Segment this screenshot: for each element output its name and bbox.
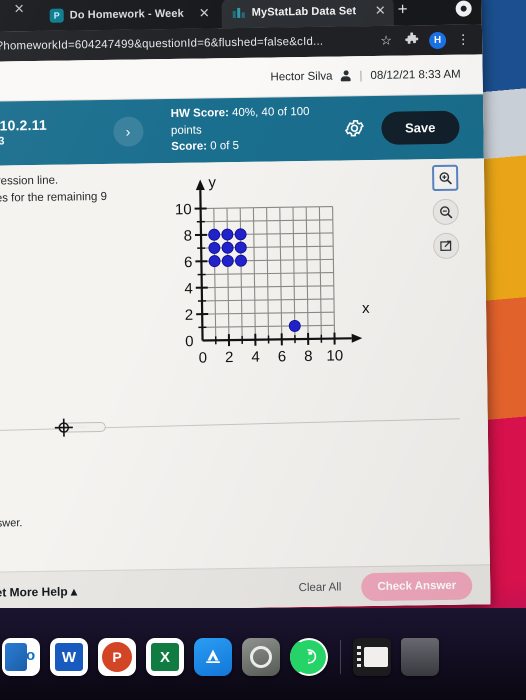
scatter-plot[interactable]: 0 2 4 6 8 10 0 2 4 6 8 10 x y	[162, 162, 380, 380]
web-page: Hector Silva | 08/12/21 8:33 AM , 10.2.1…	[0, 54, 491, 612]
hw-score-label: HW Score:	[170, 107, 229, 120]
outlook-icon[interactable]	[2, 638, 40, 676]
graph-tools	[431, 164, 460, 260]
hw-score-row: HW Score: 40%, 40 of 100 points	[171, 103, 344, 139]
gear-icon[interactable]	[343, 117, 365, 139]
screenshot-root: ✕ P Do Homework - Week ✕ MyStatLab Data …	[0, 0, 526, 700]
excel-icon[interactable]: X	[146, 638, 184, 676]
caret-up-icon: ▴	[70, 583, 78, 598]
cleanmymac-icon[interactable]	[242, 638, 280, 676]
browser-tab-do-homework[interactable]: P Do Homework - Week ✕	[39, 0, 218, 31]
address-bar[interactable]: ox?homeworkId=604247499&questionId=6&flu…	[0, 30, 373, 58]
stack-icon[interactable]	[353, 638, 391, 676]
puzzle-icon[interactable]	[399, 31, 425, 49]
svg-text:8: 8	[184, 228, 193, 245]
svg-text:2: 2	[185, 307, 194, 324]
svg-text:0: 0	[185, 333, 194, 350]
excel-glyph: X	[151, 643, 179, 671]
timestamp: 08/12/21 8:33 AM	[370, 68, 461, 82]
ppt-glyph: P	[102, 642, 132, 672]
clear-all-button[interactable]: Clear All	[298, 581, 341, 594]
profile-avatar[interactable]: H	[429, 31, 447, 49]
score-value: 0 of 5	[210, 140, 240, 153]
svg-text:8: 8	[304, 348, 313, 365]
three-dots-icon[interactable]: ⋮	[450, 31, 476, 47]
svg-text:10: 10	[326, 347, 343, 364]
question-subtitle: f 3	[0, 135, 5, 148]
pearson-icon: P	[49, 8, 64, 23]
question-text-line-2: alues for the remaining 9	[0, 190, 108, 205]
zoom-out-icon[interactable]	[432, 198, 459, 226]
score-block: HW Score: 40%, 40 of 100 points Score: 0…	[171, 103, 344, 156]
statcrunch-icon	[232, 6, 246, 20]
score-label: Score:	[171, 140, 208, 154]
save-button[interactable]: Save	[380, 110, 460, 145]
exercise-body: regression line. alues for the remaining…	[0, 158, 491, 612]
crosshair-cursor	[54, 418, 73, 437]
macos-dock: W P X ✆	[0, 608, 526, 700]
close-icon[interactable]: ✕	[199, 5, 210, 21]
star-icon[interactable]: ☆	[373, 33, 399, 49]
svg-text:4: 4	[251, 349, 260, 366]
question-info: , 10.2.11 f 3	[0, 116, 109, 149]
whatsapp-icon[interactable]: ✆	[290, 638, 328, 676]
window-control-button[interactable]	[455, 0, 472, 17]
svg-text:0: 0	[199, 349, 208, 366]
svg-text:6: 6	[278, 348, 287, 365]
close-icon[interactable]: ✕	[375, 3, 386, 19]
next-question-button[interactable]: ›	[112, 116, 144, 147]
new-tab-button[interactable]: +	[398, 0, 408, 19]
check-answer-button[interactable]: Check Answer	[361, 571, 473, 601]
score-row: Score: 0 of 5	[171, 137, 343, 156]
browser-tab-mystatlab-data-set[interactable]: MyStatLab Data Set ✕	[221, 0, 394, 29]
tab-overflow-close-icon[interactable]: ✕	[14, 1, 25, 17]
browser-tab-title: Do Homework - Week	[69, 7, 184, 22]
svg-text:6: 6	[184, 254, 193, 271]
pop-out-icon[interactable]	[432, 232, 460, 260]
svg-text:x: x	[362, 300, 370, 317]
separator: |	[359, 69, 363, 82]
svg-text:10: 10	[175, 201, 192, 218]
user-name: Hector Silva	[270, 70, 333, 83]
trash-icon[interactable]	[401, 638, 439, 676]
get-more-help-button[interactable]: Get More Help ▴	[0, 584, 77, 599]
browser-tab-title: MyStatLab Data Set	[251, 5, 357, 19]
question-text: regression line. alues for the remaining…	[0, 171, 161, 207]
answer-label: Answer.	[0, 517, 23, 530]
dock-items: W P X ✆	[0, 630, 526, 684]
person-icon	[340, 70, 351, 81]
svg-text:2: 2	[225, 349, 234, 366]
question-title: , 10.2.11	[0, 117, 48, 134]
zoom-in-icon[interactable]	[431, 164, 459, 192]
svg-text:y: y	[208, 174, 216, 191]
assignment-header: , 10.2.11 f 3 › HW Score: 40%, 40 of 100…	[0, 94, 484, 166]
exercise-footer: Get More Help ▴ Clear All Check Answer	[0, 564, 491, 612]
svg-text:4: 4	[184, 280, 193, 297]
powerpoint-icon[interactable]: P	[98, 638, 136, 676]
get-more-help-label: Get More Help	[0, 584, 68, 600]
dock-separator	[340, 640, 341, 674]
word-glyph: W	[55, 643, 83, 671]
word-icon[interactable]: W	[50, 638, 88, 676]
browser-window: ✕ P Do Homework - Week ✕ MyStatLab Data …	[0, 0, 491, 612]
app-store-icon[interactable]	[194, 638, 232, 676]
